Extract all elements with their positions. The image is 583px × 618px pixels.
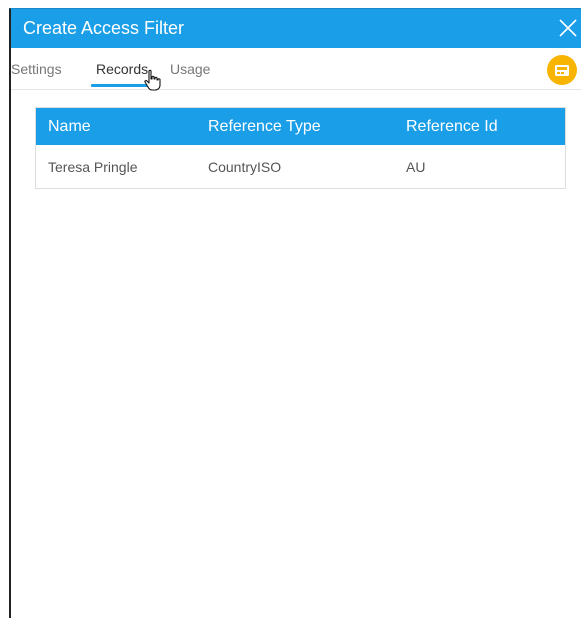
table-row[interactable]: Teresa Pringle CountryISO AU bbox=[36, 145, 565, 188]
dialog-titlebar: Create Access Filter bbox=[11, 9, 581, 48]
dialog-title: Create Access Filter bbox=[23, 18, 185, 38]
save-icon[interactable] bbox=[547, 55, 577, 85]
cell-reference-id: AU bbox=[406, 159, 426, 175]
tab-usage[interactable]: Usage bbox=[170, 60, 210, 78]
column-header-name[interactable]: Name bbox=[48, 117, 91, 137]
hand-pointer-cursor bbox=[143, 69, 163, 93]
close-icon[interactable] bbox=[557, 17, 579, 39]
table-header: Name Reference Type Reference Id bbox=[36, 108, 565, 145]
cell-name: Teresa Pringle bbox=[48, 159, 138, 175]
column-header-reference-type[interactable]: Reference Type bbox=[208, 117, 321, 137]
cell-reference-type: CountryISO bbox=[208, 159, 282, 175]
tab-settings[interactable]: Settings bbox=[11, 60, 62, 78]
records-table: Name Reference Type Reference Id Teresa … bbox=[35, 107, 566, 189]
column-header-reference-id[interactable]: Reference Id bbox=[406, 117, 498, 137]
tab-bar: Settings Records Usage bbox=[11, 48, 581, 93]
access-filter-dialog: Create Access Filter Settings Records Us… bbox=[9, 8, 581, 618]
tab-records[interactable]: Records bbox=[96, 60, 148, 78]
